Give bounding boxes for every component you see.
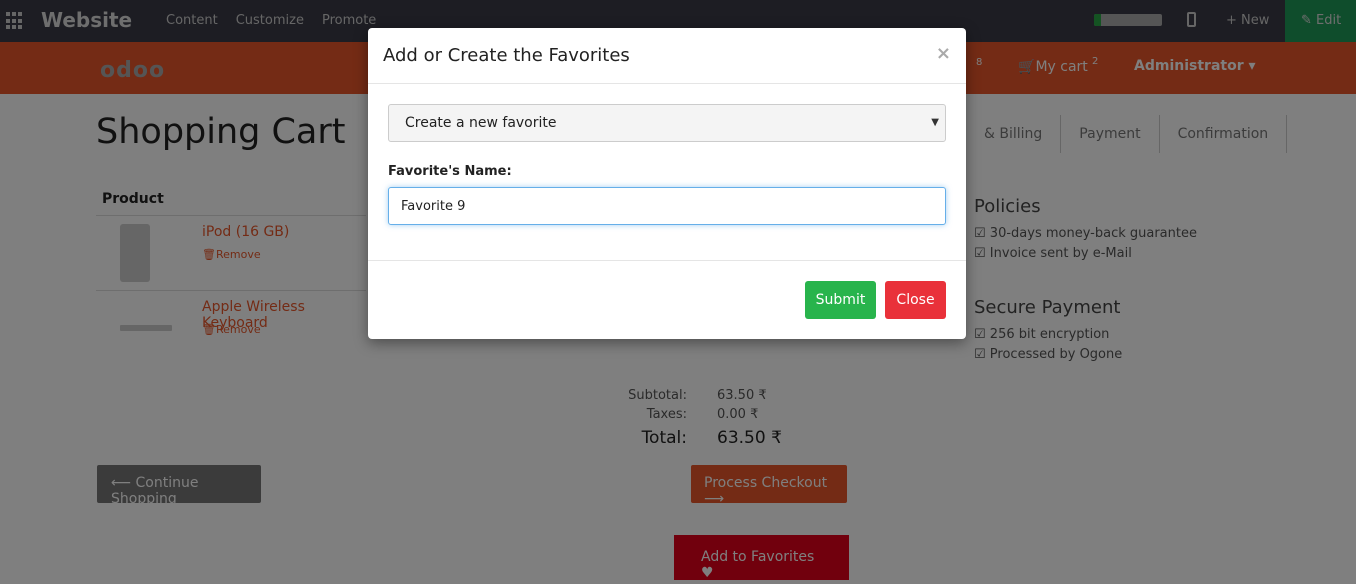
submit-button[interactable]: Submit bbox=[805, 281, 876, 319]
favorite-select-value: Create a new favorite bbox=[405, 115, 557, 131]
favorites-modal: Add or Create the Favorites × Create a n… bbox=[368, 28, 966, 339]
close-button[interactable]: Close bbox=[885, 281, 946, 319]
favorite-name-input[interactable] bbox=[388, 187, 946, 225]
modal-divider bbox=[368, 260, 966, 261]
caret-down-icon: ▼ bbox=[931, 117, 939, 128]
close-icon[interactable]: × bbox=[936, 43, 951, 64]
modal-title: Add or Create the Favorites bbox=[383, 45, 630, 66]
modal-divider bbox=[368, 83, 966, 84]
favorite-name-label: Favorite's Name: bbox=[388, 164, 512, 179]
favorite-select[interactable]: Create a new favorite ▼ bbox=[388, 104, 946, 142]
